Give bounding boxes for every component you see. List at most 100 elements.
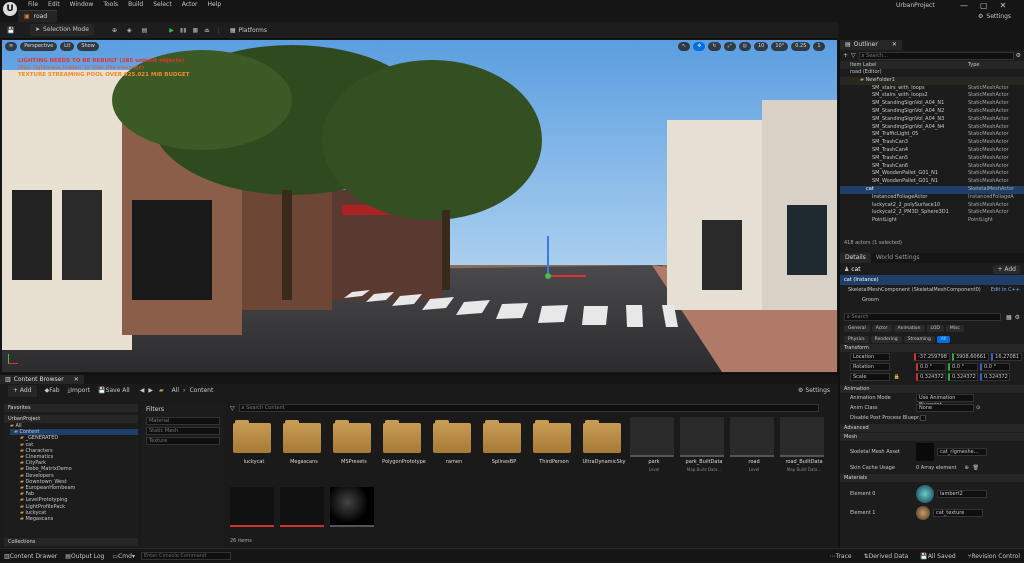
outliner-row[interactable]: SM_stairs_with_loops2 StaticMeshActor bbox=[840, 92, 1024, 100]
settings-gear-icon[interactable]: ⚙ bbox=[978, 13, 983, 20]
scale-z[interactable]: 0.324372 bbox=[980, 373, 1010, 381]
outliner-add-icon[interactable]: + bbox=[843, 52, 848, 59]
menu-edit[interactable]: Edit bbox=[48, 0, 60, 10]
favorites-section[interactable]: Favorites bbox=[4, 404, 138, 412]
save-icon[interactable]: 💾 bbox=[6, 27, 16, 34]
outliner-row[interactable]: SM_TrafficLight_05 StaticMeshActor bbox=[840, 131, 1024, 139]
details-settings-icon[interactable]: ⚙ bbox=[1015, 314, 1020, 321]
outliner-row[interactable]: SM_StandingSignVol_A04_N3 StaticMeshActor bbox=[840, 116, 1024, 124]
asset-tile[interactable] bbox=[330, 487, 374, 555]
menu-help[interactable]: Help bbox=[208, 0, 222, 10]
add-element-icon[interactable]: ⊕ bbox=[964, 463, 968, 473]
grid-snap-value[interactable]: 10 bbox=[754, 42, 769, 51]
asset-tile[interactable]: Megascans bbox=[280, 417, 324, 485]
close-tab-icon[interactable]: ✕ bbox=[892, 40, 897, 50]
stop-icon[interactable]: ■ bbox=[193, 27, 199, 34]
filter-texture[interactable]: Texture bbox=[146, 437, 220, 445]
outliner-row[interactable]: PointLight PointLight bbox=[840, 217, 1024, 225]
filter-actor-button[interactable]: Actor bbox=[871, 325, 892, 332]
asset-tile[interactable] bbox=[230, 487, 274, 555]
selection-mode-button[interactable]: ➤ Selection Mode bbox=[30, 24, 94, 36]
element1-dropdown[interactable]: cat_texture bbox=[933, 509, 983, 517]
transform-section[interactable]: Transform bbox=[840, 344, 1024, 352]
menu-tools[interactable]: Tools bbox=[103, 0, 118, 10]
outliner-row[interactable]: SM_TrashCan6 StaticMeshActor bbox=[840, 163, 1024, 171]
outliner-row[interactable]: SM_TrashCan3 StaticMeshActor bbox=[840, 139, 1024, 147]
outliner-row[interactable]: luckycat2_2_polySurface10 StaticMeshActor bbox=[840, 202, 1024, 210]
outliner-row[interactable]: SM_StandingSignVol_A04_N2 StaticMeshActor bbox=[840, 108, 1024, 116]
perspective-button[interactable]: Perspective bbox=[20, 42, 58, 51]
camera-speed-value[interactable]: 1 bbox=[813, 42, 825, 51]
outliner-settings-icon[interactable]: ⚙ bbox=[1016, 52, 1021, 59]
breadcrumb-all[interactable]: All bbox=[172, 387, 179, 394]
outliner-row[interactable]: SM_StandingSignVol_A04_N4 StaticMeshActor bbox=[840, 124, 1024, 132]
maximize-icon[interactable]: ▢ bbox=[980, 1, 988, 10]
content-browser-tab[interactable]: ▥ Content Browser ✕ bbox=[0, 375, 84, 384]
options-icon[interactable]: ⋮ bbox=[216, 27, 222, 34]
filter-animation-button[interactable]: Animation bbox=[893, 325, 925, 332]
anim-mode-dropdown[interactable]: Use Animation Blueprint bbox=[916, 394, 974, 408]
filter-all-button[interactable]: All bbox=[936, 336, 951, 343]
eject-icon[interactable]: ⏏ bbox=[204, 27, 210, 34]
collections-section[interactable]: Collections bbox=[4, 538, 138, 546]
asset-tile[interactable]: park Level bbox=[630, 417, 674, 485]
viewport-menu-icon[interactable]: ≡ bbox=[5, 42, 18, 51]
outliner-row[interactable]: luckycat2_2_PM3D_Sphere3D1 StaticMeshActo… bbox=[840, 209, 1024, 217]
world-local-icon[interactable]: ◎ bbox=[738, 42, 751, 51]
delete-icon[interactable]: 🗑 bbox=[973, 463, 979, 473]
play-icon[interactable]: ▶ bbox=[169, 27, 174, 34]
select-mode-icon[interactable]: ↖ bbox=[678, 42, 691, 51]
outliner-tab[interactable]: ▤ Outliner ✕ bbox=[840, 40, 902, 50]
content-search-input[interactable]: ⌕ Search Content bbox=[238, 404, 819, 412]
menu-window[interactable]: Window bbox=[70, 0, 94, 10]
history-back-icon[interactable]: ◀ bbox=[140, 387, 145, 394]
rotate-mode-icon[interactable]: ↻ bbox=[708, 42, 721, 51]
outliner-root-row[interactable]: road (Editor) bbox=[840, 69, 1024, 77]
step-icon[interactable]: ▮▮ bbox=[180, 27, 187, 34]
filter-misc-button[interactable]: Misc bbox=[945, 325, 964, 332]
browse-icon[interactable]: ⊙ bbox=[976, 403, 980, 413]
edit-in-cpp-link[interactable]: Edit in C++ bbox=[991, 285, 1020, 295]
outliner-row[interactable]: SM_TrashCan5 StaticMeshActor bbox=[840, 155, 1024, 163]
outliner-row[interactable]: SM_StandingSignVol_A04_N1 StaticMeshActor bbox=[840, 100, 1024, 108]
console-input[interactable]: Enter Console Command bbox=[140, 552, 231, 560]
blueprint-icon[interactable]: ◈ bbox=[127, 27, 132, 34]
history-forward-icon[interactable]: ▶ bbox=[148, 387, 153, 394]
cb-settings-button[interactable]: Settings bbox=[805, 387, 830, 394]
close-tab-icon[interactable]: ✕ bbox=[74, 375, 79, 384]
cmd-dropdown[interactable]: ▭ Cmd ▾ bbox=[112, 553, 135, 560]
scale-mode-icon[interactable]: ⤢ bbox=[723, 42, 736, 51]
rotation-y[interactable]: 0.0 ° bbox=[948, 363, 978, 371]
location-y[interactable]: 3908.60661 bbox=[951, 353, 990, 361]
rotation-x[interactable]: 0.0 ° bbox=[916, 363, 946, 371]
location-x[interactable]: -37.259798 bbox=[914, 353, 950, 361]
asset-tile[interactable]: MSPresets bbox=[330, 417, 374, 485]
menu-actor[interactable]: Actor bbox=[182, 0, 198, 10]
scale-snap-value[interactable]: 0.25 bbox=[791, 42, 811, 51]
outliner-folder-row[interactable]: ▰ NewFolder1 bbox=[840, 76, 1024, 85]
outliner-col-type[interactable]: Type bbox=[968, 62, 1018, 68]
asset-tile[interactable]: road Level bbox=[730, 417, 774, 485]
all-saved-button[interactable]: 💾 All Saved bbox=[920, 553, 955, 560]
scale-x[interactable]: 0.324372 bbox=[916, 373, 946, 381]
menu-file[interactable]: File bbox=[28, 0, 38, 10]
asset-tile[interactable]: SplinesBP bbox=[480, 417, 524, 485]
cb-settings-icon[interactable]: ⚙ bbox=[798, 387, 803, 394]
trace-button[interactable]: ⋯ Trace bbox=[830, 553, 852, 560]
content-drawer-button[interactable]: ▥ Content Drawer bbox=[4, 553, 57, 560]
menu-build[interactable]: Build bbox=[128, 0, 143, 10]
filter-rendering-button[interactable]: Rendering bbox=[870, 336, 902, 343]
add-actor-icon[interactable]: ⊕ bbox=[112, 27, 117, 34]
add-component-button[interactable]: + Add bbox=[993, 264, 1020, 274]
component-row[interactable]: SkeletalMeshComponent (SkeletalMeshCompo… bbox=[840, 285, 1024, 295]
filter-material[interactable]: Material bbox=[146, 417, 220, 425]
outliner-search-input[interactable]: ⌕ Search... bbox=[858, 51, 1014, 60]
mesh-section[interactable]: Mesh bbox=[840, 433, 1024, 441]
outliner-row[interactable]: SM_WoodenPallet_G01_N1 StaticMeshActor bbox=[840, 178, 1024, 186]
translate-mode-icon[interactable]: ✥ bbox=[693, 42, 706, 51]
platforms-button[interactable]: ▦ Platforms bbox=[230, 27, 267, 34]
outliner-row[interactable]: cat SkeletalMeshActor bbox=[840, 185, 1024, 194]
asset-tile[interactable]: ramen bbox=[430, 417, 474, 485]
asset-tile[interactable]: luckycat bbox=[230, 417, 274, 485]
disable-pp-checkbox[interactable] bbox=[920, 415, 926, 421]
